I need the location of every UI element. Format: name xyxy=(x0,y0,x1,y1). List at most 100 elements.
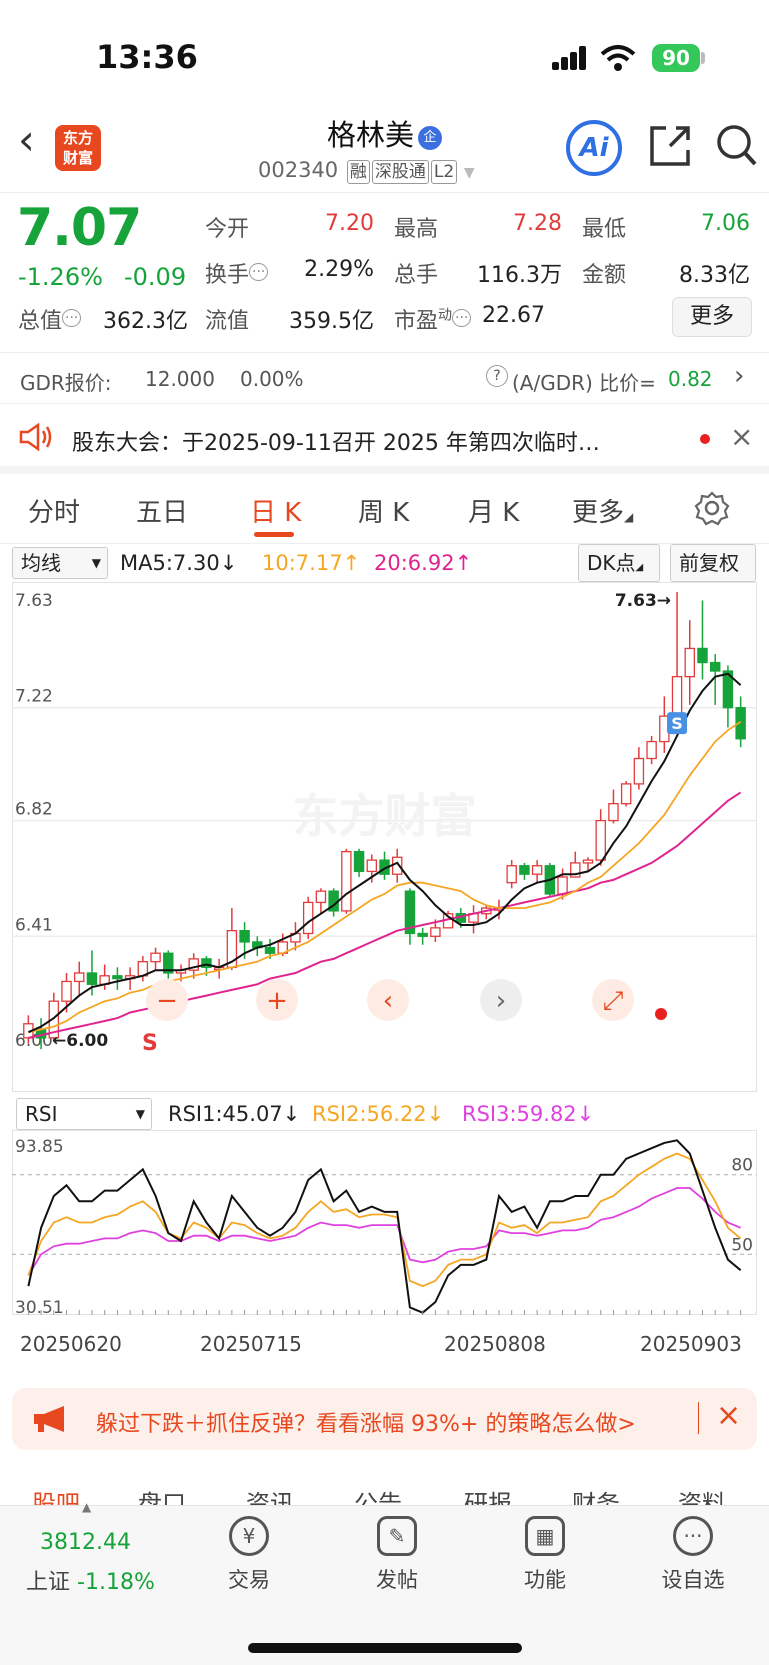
close-icon[interactable]: × xyxy=(730,420,753,453)
subtab-orderbook[interactable]: 盘口 xyxy=(138,1484,186,1506)
index-line[interactable]: 上证 -1.18% xyxy=(26,1564,155,1596)
candle-body xyxy=(684,647,695,678)
gdr-pct: 0.00% xyxy=(240,367,304,391)
divider xyxy=(698,1402,699,1434)
search-icon[interactable] xyxy=(714,122,758,170)
subtab-research[interactable]: 研报 xyxy=(464,1484,512,1506)
rsi-ref-label: 50 xyxy=(731,1235,753,1255)
ma20-legend: 20:6.92↑ xyxy=(374,551,473,575)
sell-marker-icon: S xyxy=(142,1031,158,1056)
rsi-legend-row: RSI ▼ RSI1:45.07↓ RSI2:56.22↓ RSI3:59.82↓ xyxy=(0,1096,769,1130)
settings-gear-icon[interactable] xyxy=(694,490,730,526)
share-icon[interactable] xyxy=(648,124,692,168)
candle-body xyxy=(582,859,594,864)
tab-weekly-k[interactable]: 周 K xyxy=(358,492,409,529)
rsi1-legend: RSI1:45.07↓ xyxy=(168,1102,301,1126)
rsi-chart[interactable]: 80 50 93.85 30.51 xyxy=(12,1130,757,1320)
tab-five-day[interactable]: 五日 xyxy=(136,492,188,529)
turnover-value: 2.29% xyxy=(304,257,374,282)
float-cap-label: 流值 xyxy=(205,309,250,334)
nav-watchlist[interactable]: ··· 设自选 xyxy=(638,1516,748,1594)
open-label: 今开 xyxy=(205,217,250,242)
rsi3-legend: RSI3:59.82↓ xyxy=(462,1102,595,1126)
subtab-finance[interactable]: 财务 xyxy=(572,1484,620,1506)
market-cap-label: 总值 ··· xyxy=(18,303,82,335)
rsi1-line xyxy=(27,1139,742,1314)
tab-more[interactable]: 更多◢ xyxy=(572,492,633,529)
help-icon[interactable]: ? xyxy=(486,365,508,387)
quote-panel: 7.07 -1.26% -0.09 今开 7.20 最高 7.28 最低 7.0… xyxy=(0,192,769,352)
date-label: 20250903 xyxy=(640,1332,742,1356)
gdr-row[interactable]: GDR报价: 12.000 0.00% ? (A/GDR) 比价= 0.82 › xyxy=(0,352,769,404)
status-time: 13:36 xyxy=(96,38,198,76)
tab-daily-k[interactable]: 日 K xyxy=(250,492,301,529)
scroll-left-icon[interactable]: ‹ xyxy=(383,986,393,1016)
tag-l2: L2 xyxy=(430,160,458,184)
ai-button[interactable]: Ai xyxy=(566,120,622,176)
subtab-forum[interactable]: 股吧 xyxy=(32,1484,80,1506)
volume-label: 总手 xyxy=(394,263,439,288)
ma10-legend: 10:7.17↑ xyxy=(262,551,361,575)
candle-body xyxy=(671,676,683,717)
candle-body xyxy=(519,865,530,875)
candle-body xyxy=(697,647,708,664)
candle-body xyxy=(646,740,657,760)
candle-body xyxy=(315,890,327,904)
change-amount: -0.09 xyxy=(124,263,187,291)
subtab-announcements[interactable]: 公告 xyxy=(354,1484,402,1506)
last-price: 7.07 xyxy=(17,198,142,258)
candle-body xyxy=(74,972,85,983)
content-tabs: 股吧 盘口 资讯 公告 研报 财务 资料 xyxy=(0,1462,769,1506)
tab-intraday[interactable]: 分时 xyxy=(28,492,80,529)
active-tab-underline xyxy=(254,532,294,537)
candle-body xyxy=(709,661,721,672)
candle-body xyxy=(557,876,568,895)
more-button[interactable]: 更多 xyxy=(672,297,752,337)
subtab-news[interactable]: 资讯 xyxy=(246,1484,294,1506)
notice-bar[interactable]: 股东大会：于2025-09-11召开 2025 年第四次临时… × xyxy=(0,404,769,474)
stock-header: ‹ 东方 财富 格林美企 002340 融深股通 L2 ▼ Ai xyxy=(0,110,769,192)
signal-icon xyxy=(552,46,588,70)
caret-icon: ◢ xyxy=(624,510,634,524)
period-tabs: 分时 五日 日 K 周 K 月 K 更多◢ xyxy=(0,474,769,544)
float-cap-value: 359.5亿 xyxy=(289,309,374,334)
unread-dot xyxy=(700,434,710,444)
rsi-min-label: 30.51 xyxy=(15,1298,64,1318)
zoom-in-icon[interactable]: + xyxy=(266,986,288,1016)
zoom-out-icon[interactable]: − xyxy=(156,986,178,1016)
nav-trade[interactable]: ¥ 交易 xyxy=(194,1516,304,1594)
indicator-select[interactable]: 均线 ▼ xyxy=(12,547,108,579)
low-value: 7.06 xyxy=(701,211,750,236)
kline-chart[interactable]: 东方财富7.637.226.826.416.007.63→←6.00 SS− + ‹ ›… xyxy=(12,582,757,1092)
chevron-right-icon[interactable]: › xyxy=(734,361,744,391)
adjust-button[interactable]: 前复权 xyxy=(670,544,756,582)
home-indicator xyxy=(248,1643,522,1653)
subtab-profile[interactable]: 资料 xyxy=(678,1484,726,1506)
nav-post[interactable]: ✎ 发帖 xyxy=(342,1516,452,1594)
candle-body xyxy=(150,952,161,963)
pe-value: 22.67 xyxy=(482,303,545,328)
index-value[interactable]: 3812.44 xyxy=(40,1530,131,1555)
amount-label: 金额 xyxy=(582,263,627,288)
promo-banner[interactable]: 躲过下跌＋抓住反弹？看看涨幅 93%+ 的策略怎么做> × xyxy=(12,1388,757,1450)
sub-indicator-select[interactable]: RSI ▼ xyxy=(16,1098,152,1130)
market-cap-value: 362.3亿 xyxy=(103,309,188,334)
candle-body xyxy=(341,850,352,912)
candle-body xyxy=(608,803,619,822)
fullscreen-icon[interactable]: ⤢ xyxy=(603,986,624,1016)
dk-point-button[interactable]: DK点◢ xyxy=(578,544,660,582)
close-icon[interactable]: × xyxy=(716,1398,741,1433)
date-label: 20250715 xyxy=(200,1332,302,1356)
promo-text: 躲过下跌＋抓住反弹？看看涨幅 93%+ 的策略怎么做> xyxy=(96,1412,636,1437)
pe-dynamic-sup: 动 xyxy=(438,307,453,324)
candle-body xyxy=(61,980,72,1002)
candle-body xyxy=(531,865,543,875)
tab-monthly-k[interactable]: 月 K xyxy=(468,492,519,529)
rsi-max-label: 93.85 xyxy=(15,1137,64,1157)
scroll-right-icon[interactable]: › xyxy=(496,986,506,1016)
dropdown-caret-icon[interactable]: ▼ xyxy=(464,165,475,181)
gdr-ratio-label: (A/GDR) 比价= xyxy=(512,371,656,395)
nav-functions[interactable]: ▦ 功能 xyxy=(490,1516,600,1594)
change-percent: -1.26% xyxy=(18,263,103,291)
notice-text: 股东大会：于2025-09-11召开 2025 年第四次临时… xyxy=(72,431,600,456)
